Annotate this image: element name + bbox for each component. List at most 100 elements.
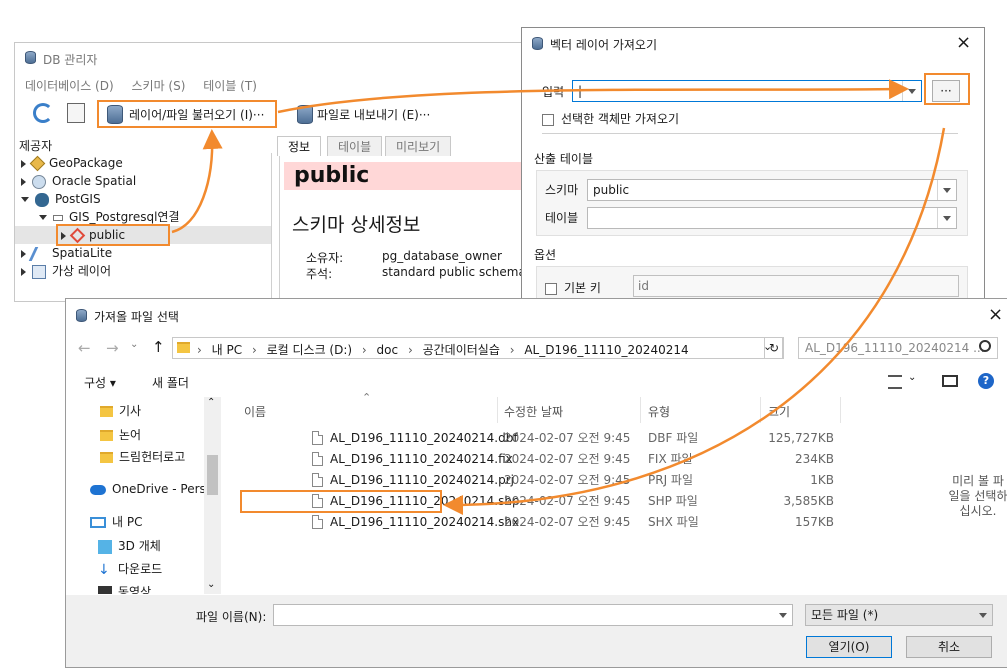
primary-key-value: id bbox=[638, 279, 649, 293]
chevron-down-icon[interactable] bbox=[974, 605, 992, 625]
primary-key-checkbox[interactable]: 기본 키 bbox=[545, 279, 601, 296]
selected-only-checkbox[interactable]: 선택한 객체만 가져오기 bbox=[542, 110, 679, 127]
checkbox-icon bbox=[545, 282, 557, 295]
file-dialog: 가져올 파일 선택 × ← → ⌄ ↑ › 내 PC › 로컬 디스크 (D:)… bbox=[65, 298, 1007, 668]
up-arrow-icon[interactable]: ↑ bbox=[152, 338, 165, 356]
view-options-icon[interactable] bbox=[888, 375, 902, 389]
column-date[interactable]: 수정한 날짜 bbox=[504, 403, 563, 420]
postgis-elephant-icon bbox=[35, 192, 49, 207]
file-type: FIX 파일 bbox=[648, 452, 693, 466]
close-icon[interactable]: × bbox=[988, 304, 1003, 325]
column-headers: ⌃ 이름 수정한 날짜 유형 크기 bbox=[222, 391, 862, 423]
search-placeholder: AL_D196_11110_20240214 ... bbox=[805, 341, 985, 355]
open-button[interactable]: 열기(O) bbox=[806, 636, 892, 658]
menu-schema[interactable]: 스키마 (S) bbox=[132, 79, 186, 93]
db-manager-window: DB 관리자 데이터베이스 (D) 스키마 (S) 테이블 (T) 레이어/파일… bbox=[14, 42, 534, 302]
refresh-button[interactable]: ↻ bbox=[764, 337, 784, 359]
file-size: 125,727KB bbox=[768, 431, 834, 445]
tree-item-virtual[interactable]: 가상 레이어 bbox=[21, 262, 111, 280]
tab-table[interactable]: 테이블 bbox=[327, 136, 383, 156]
recent-chevron-icon[interactable]: ⌄ bbox=[130, 339, 138, 350]
column-size[interactable]: 크기 bbox=[768, 403, 790, 420]
tree-label: GIS_Postgresql연결 bbox=[69, 210, 180, 224]
database-icon bbox=[532, 37, 543, 50]
sql-window-icon[interactable] bbox=[67, 103, 85, 123]
file-type: PRJ 파일 bbox=[648, 473, 694, 487]
tab-info[interactable]: 정보 bbox=[277, 136, 322, 156]
highlight-public-node bbox=[56, 224, 170, 246]
export-file-button[interactable]: 파일로 내보내기 (E)··· bbox=[293, 101, 473, 127]
file-row-shx[interactable]: AL_D196_11110_20240214.shx 2024-02-07 오전… bbox=[66, 512, 834, 533]
oracle-icon bbox=[32, 174, 46, 189]
tree-item-spatialite[interactable]: SpatiaLite bbox=[21, 244, 112, 262]
crumb-pc[interactable]: 내 PC bbox=[212, 343, 242, 357]
connection-icon bbox=[53, 214, 63, 221]
file-type-filter[interactable]: 모든 파일 (*) bbox=[805, 604, 993, 626]
crumb-doc[interactable]: doc bbox=[377, 343, 399, 357]
nav-label: 3D 개체 bbox=[118, 539, 161, 553]
database-icon bbox=[76, 309, 87, 322]
tree-item-postgis[interactable]: PostGIS bbox=[21, 190, 101, 208]
bottom-bar: 파일 이름(N): 모든 파일 (*) 열기(O) 취소 bbox=[66, 595, 1007, 667]
file-row-dbf[interactable]: AL_D196_11110_20240214.dbf 2024-02-07 오전… bbox=[66, 428, 834, 449]
chevron-down-icon[interactable] bbox=[774, 605, 792, 625]
file-icon bbox=[312, 473, 323, 487]
preview-text-line: 미리 볼 파 bbox=[952, 474, 1004, 488]
new-folder-button[interactable]: 새 폴더 bbox=[152, 374, 189, 391]
file-row-prj[interactable]: AL_D196_11110_20240214.prj 2024-02-07 오전… bbox=[66, 470, 834, 491]
nav-item-3d[interactable]: 3D 개체 bbox=[98, 537, 161, 554]
tree-label: PostGIS bbox=[55, 192, 101, 206]
table-label: 테이블 bbox=[545, 211, 579, 225]
file-name: AL_D196_11110_20240214.dbf bbox=[330, 431, 518, 445]
tree-label: GeoPackage bbox=[49, 156, 123, 170]
crumb-drive[interactable]: 로컬 디스크 (D:) bbox=[267, 343, 352, 357]
table-select[interactable] bbox=[587, 207, 957, 229]
close-icon[interactable]: × bbox=[956, 32, 971, 53]
virtual-layer-icon bbox=[32, 264, 46, 279]
primary-key-input[interactable]: id bbox=[633, 275, 959, 297]
tree-item-oracle[interactable]: Oracle Spatial bbox=[21, 172, 136, 190]
chevron-down-icon[interactable] bbox=[937, 208, 956, 228]
menu-table[interactable]: 테이블 (T) bbox=[203, 79, 257, 93]
cancel-button[interactable]: 취소 bbox=[906, 636, 992, 658]
address-bar[interactable]: › 내 PC › 로컬 디스크 (D:) › doc › 공간데이터실습 › A… bbox=[172, 337, 783, 359]
preview-pane-icon[interactable] bbox=[942, 375, 958, 387]
nav-item-article[interactable]: 기사 bbox=[100, 402, 141, 419]
filename-input[interactable] bbox=[273, 604, 793, 626]
column-type[interactable]: 유형 bbox=[648, 403, 670, 420]
forward-arrow-icon[interactable]: → bbox=[106, 339, 119, 357]
input-combo[interactable]: | bbox=[572, 80, 922, 102]
file-date: 2024-02-07 오전 9:45 bbox=[504, 473, 631, 487]
file-row-fix[interactable]: AL_D196_11110_20240214.fix 2024-02-07 오전… bbox=[66, 449, 834, 470]
crumb-folder[interactable]: AL_D196_11110_20240214 bbox=[524, 343, 688, 357]
organize-button[interactable]: 구성 ▾ bbox=[84, 374, 116, 391]
chevron-down-icon[interactable] bbox=[937, 180, 956, 200]
chevron-down-icon[interactable]: ⌄ bbox=[908, 372, 916, 383]
column-divider bbox=[497, 397, 498, 423]
preview-pane: 미리 볼 파 일을 선택하 십시오. bbox=[938, 474, 1007, 519]
refresh-icon[interactable] bbox=[33, 103, 53, 123]
db-manager-menubar: 데이터베이스 (D) 스키마 (S) 테이블 (T) bbox=[25, 77, 271, 94]
file-date: 2024-02-07 오전 9:45 bbox=[504, 452, 631, 466]
file-type: SHP 파일 bbox=[648, 494, 698, 508]
checkbox-icon bbox=[542, 113, 554, 126]
column-name[interactable]: 이름 bbox=[244, 403, 266, 420]
crumb-practice[interactable]: 공간데이터실습 bbox=[423, 343, 500, 357]
chevron-down-icon[interactable] bbox=[902, 81, 921, 101]
file-name: AL_D196_11110_20240214.fix bbox=[330, 452, 513, 466]
help-icon[interactable]: ? bbox=[978, 373, 994, 389]
providers-label: 제공자 bbox=[19, 139, 53, 153]
scroll-down-icon[interactable]: ⌄ bbox=[207, 579, 215, 590]
column-divider bbox=[760, 397, 761, 423]
scroll-up-icon[interactable]: ⌃ bbox=[207, 397, 215, 408]
sort-up-icon: ⌃ bbox=[362, 391, 372, 404]
highlight-shp-file bbox=[240, 490, 442, 513]
schema-select[interactable]: public bbox=[587, 179, 957, 201]
search-box[interactable]: AL_D196_11110_20240214 ... bbox=[798, 337, 998, 359]
tab-preview[interactable]: 미리보기 bbox=[385, 136, 452, 156]
nav-item-downloads[interactable]: ↓ 다운로드 bbox=[98, 560, 162, 577]
menu-database[interactable]: 데이터베이스 (D) bbox=[25, 79, 114, 93]
nav-item-videos[interactable]: 동영상 bbox=[98, 583, 151, 594]
back-arrow-icon[interactable]: ← bbox=[78, 339, 91, 357]
tree-item-geopackage[interactable]: GeoPackage bbox=[21, 154, 123, 172]
